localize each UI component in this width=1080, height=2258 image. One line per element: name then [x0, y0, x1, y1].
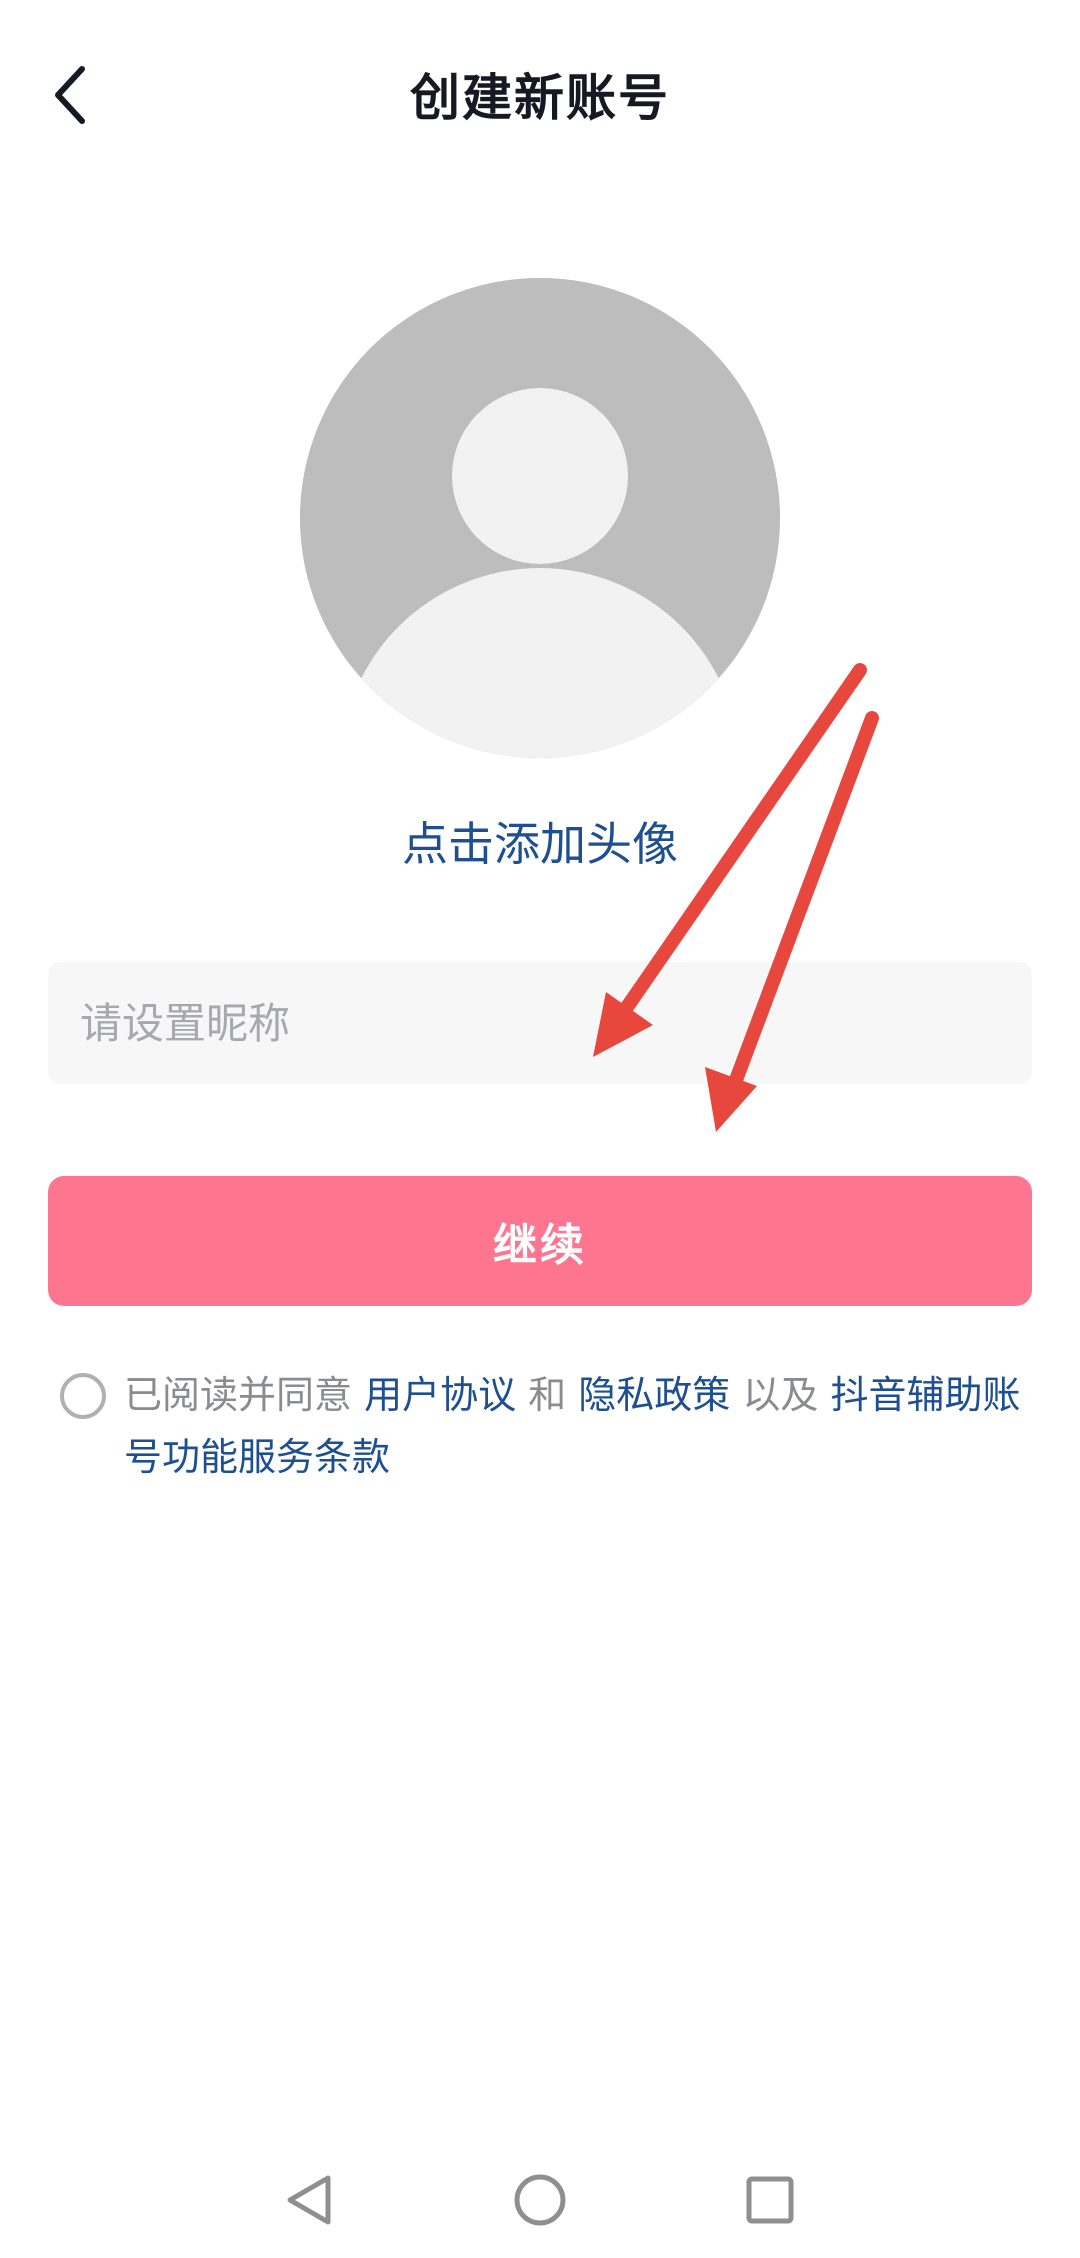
add-avatar-link[interactable]: 点击添加头像 [0, 808, 1080, 874]
agreement-as-well-as: 以及 [730, 1373, 831, 1417]
agreement-and: 和 [516, 1373, 579, 1417]
agreement-checkbox[interactable] [60, 1373, 106, 1419]
nav-back-triangle-icon [287, 2175, 331, 2225]
nav-recents-button[interactable] [730, 2160, 810, 2240]
agreement-text: 已阅读并同意 用户协议 和 隐私政策 以及 抖音辅助账号功能服务条款 [124, 1364, 1024, 1488]
agreement-prefix: 已阅读并同意 [124, 1373, 365, 1417]
user-agreement-link[interactable]: 用户协议 [364, 1373, 516, 1417]
page-title: 创建新账号 [410, 69, 670, 127]
default-avatar-icon [300, 278, 780, 758]
continue-button[interactable]: 继续 [48, 1176, 1032, 1306]
create-account-screen: 创建新账号 点击添加头像 继续 已阅读并同意 用户协议 和 隐私政策 以及 抖音… [0, 0, 1080, 2258]
nav-home-button[interactable] [500, 2160, 580, 2240]
nav-home-circle-icon [514, 2174, 566, 2226]
avatar-upload[interactable] [300, 278, 780, 758]
nav-recents-square-icon [746, 2176, 794, 2224]
privacy-policy-link[interactable]: 隐私政策 [578, 1373, 730, 1417]
nickname-input[interactable] [48, 962, 1032, 1084]
nav-back-button[interactable] [270, 2160, 350, 2240]
